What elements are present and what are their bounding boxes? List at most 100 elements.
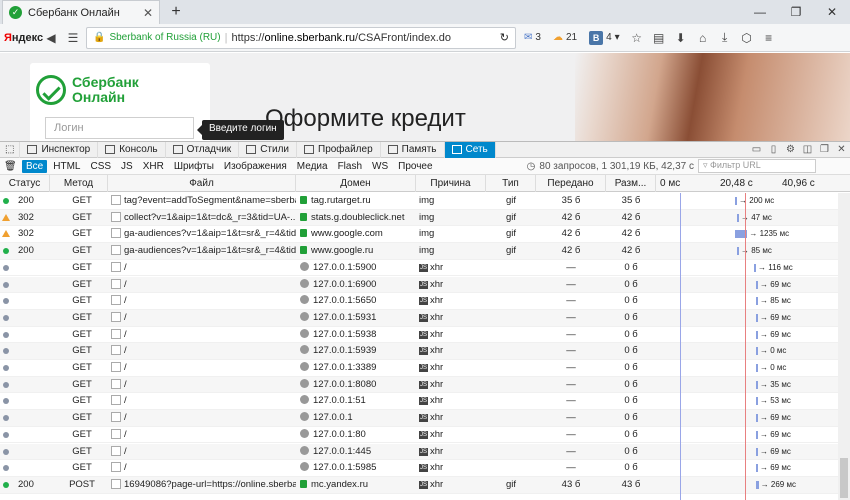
sberbank-logo[interactable]: Сбербанк Онлайн: [36, 75, 139, 105]
devtools-toolbar: ⬚ Инспектор Консоль Отладчик Стили Профайлер…: [0, 141, 850, 158]
cell-type: [506, 427, 534, 443]
column-size[interactable]: Разм...: [606, 175, 656, 192]
filter-button[interactable]: Изображения: [220, 160, 291, 173]
request-row[interactable]: GET /127.0.0.1:80 JS xhr — 0 б → 69 мс: [0, 426, 838, 444]
url-text[interactable]: https://online.sberbank.ru/CSAFront/inde…: [231, 32, 495, 44]
settings-gear-icon[interactable]: ⚙: [782, 144, 799, 155]
bookmark-star-icon[interactable]: ☆: [628, 29, 646, 47]
cell-size: 0 б: [624, 362, 638, 373]
tab-label: Стили: [260, 144, 289, 155]
request-row[interactable]: GET /127.0.0.1 JS xhr — 0 б → 69 мс: [0, 410, 838, 427]
filter-button[interactable]: HTML: [49, 160, 84, 173]
request-row[interactable]: GET /127.0.0.1:8080 JS xhr — 0 б → 35 мс: [0, 376, 838, 394]
filter-button[interactable]: Flash: [334, 160, 366, 173]
cell-method: GET: [72, 412, 92, 424]
browser-menu-icon[interactable]: ≡: [760, 29, 778, 47]
tab-network[interactable]: Сеть: [444, 141, 496, 158]
column-type[interactable]: Тип: [486, 175, 536, 192]
back-icon[interactable]: ◀: [42, 29, 60, 47]
vk-widget[interactable]: В 4 ▾: [585, 30, 624, 45]
filter-button[interactable]: CSS: [86, 160, 115, 173]
column-transferred[interactable]: Передано: [536, 175, 606, 192]
filter-button[interactable]: Все: [22, 159, 48, 173]
scrollbar-thumb[interactable]: [840, 458, 848, 498]
tab-memory[interactable]: Память: [381, 141, 445, 158]
network-table-header: Статус Метод Файл Домен Причина Тип Пере…: [0, 175, 850, 192]
download-icon[interactable]: ⤓: [716, 29, 734, 47]
tab-profiler[interactable]: Профайлер: [297, 141, 381, 158]
reader-icon[interactable]: ▤: [650, 29, 668, 47]
filter-button[interactable]: Медиа: [293, 160, 332, 173]
request-row[interactable]: GET /127.0.0.1:51 JS xhr — 0 б → 53 мс: [0, 393, 838, 411]
status-ok-icon: [3, 481, 9, 488]
restore-icon[interactable]: ❐: [778, 0, 814, 24]
cell-domain: stats.g.doubleclick.net: [300, 210, 416, 226]
column-domain[interactable]: Домен: [296, 175, 416, 192]
column-status[interactable]: Статус: [0, 175, 50, 192]
filter-url-input[interactable]: ▿ Фильтр URL: [698, 159, 816, 173]
tab-debugger[interactable]: Отладчик: [166, 141, 240, 158]
pick-element-icon[interactable]: ⬚: [0, 141, 21, 158]
responsive-icon[interactable]: ▯: [765, 144, 782, 155]
cell-transferred: 42 б: [561, 245, 581, 257]
tab-console[interactable]: Консоль: [98, 141, 166, 158]
trash-icon[interactable]: 🗑: [4, 161, 20, 172]
request-row[interactable]: GET /127.0.0.1:3389 JS xhr — 0 б → 0 мс: [0, 360, 838, 377]
column-cause[interactable]: Причина: [416, 175, 486, 192]
filter-button[interactable]: WS: [368, 160, 392, 173]
request-row[interactable]: 200 GET ga-audiences?v=1&aip=1&t=sr&_r=4&t…: [0, 243, 838, 260]
minimize-icon[interactable]: —: [742, 0, 778, 24]
file-thumbnail-icon: [111, 328, 121, 339]
cell-status: [18, 410, 48, 426]
filter-button[interactable]: Прочее: [394, 160, 436, 173]
tab-inspector[interactable]: Инспектор: [20, 141, 99, 158]
site-identity[interactable]: Sberbank of Russia (RU): [109, 32, 220, 43]
request-row[interactable]: GET /127.0.0.1:5900 JS xhr — 0 б → 116 мс: [0, 259, 838, 277]
address-bar[interactable]: 🔒 Sberbank of Russia (RU) | https://onli…: [86, 26, 516, 49]
file-thumbnail-icon: [111, 245, 121, 256]
reload-icon[interactable]: ↻: [500, 31, 509, 44]
close-devtools-icon[interactable]: ✕: [833, 144, 850, 155]
request-row[interactable]: 200 POST 16949086?page-url=https://online.…: [0, 476, 838, 494]
cell-method: GET: [72, 311, 92, 323]
column-method[interactable]: Метод: [50, 175, 108, 192]
cell-status: 200: [18, 478, 34, 490]
request-row[interactable]: GET /127.0.0.1:5938 JS xhr — 0 б → 69 мс: [0, 326, 838, 344]
new-tab-button[interactable]: +: [166, 2, 186, 22]
scrollbar[interactable]: [838, 193, 850, 500]
menu-icon[interactable]: ☰: [64, 29, 82, 47]
request-row[interactable]: GET /127.0.0.1:5931 JS xhr — 0 б → 69 мс: [0, 309, 838, 327]
request-row[interactable]: 302 GET collect?v=1&aip=1&t=dc&_r=3&tid=UA…: [0, 209, 838, 227]
tab-style-editor[interactable]: Стили: [239, 141, 297, 158]
request-row[interactable]: 302 GET ga-audiences?v=1&aip=1&t=sr&_r=4&t…: [0, 226, 838, 244]
request-row[interactable]: GET /127.0.0.1:6900 JS xhr — 0 б → 69 мс: [0, 276, 838, 294]
request-row[interactable]: GET /127.0.0.1:445 JS xhr — 0 б → 69 мс: [0, 443, 838, 461]
split-console-icon[interactable]: ▭: [748, 144, 765, 155]
extension-icon[interactable]: ⬡: [738, 29, 756, 47]
weather-widget[interactable]: ☁ 21: [549, 32, 581, 43]
filter-button[interactable]: XHR: [139, 160, 168, 173]
close-window-icon[interactable]: ✕: [814, 0, 850, 24]
request-row[interactable]: GET /127.0.0.1:5650 JS xhr — 0 б → 85 мс: [0, 293, 838, 310]
request-row[interactable]: 200 GET tag?event=addToSegment&name=sberba…: [0, 193, 838, 210]
request-row[interactable]: GET /127.0.0.1:5939 JS xhr — 0 б → 0 мс: [0, 343, 838, 360]
request-row[interactable]: GET /127.0.0.1:5985 JS xhr — 0 б → 69 мс: [0, 460, 838, 477]
home-icon[interactable]: ⌂: [694, 29, 712, 47]
lock-icon[interactable]: 🔒: [93, 32, 105, 43]
mail-widget[interactable]: ✉ 3: [520, 32, 545, 43]
timing-label: → 1235 мс: [749, 229, 790, 239]
yandex-logo[interactable]: Яндекс: [4, 32, 43, 44]
close-tab-icon[interactable]: ✕: [143, 6, 153, 20]
separate-window-icon[interactable]: ❐: [816, 144, 833, 155]
filter-button[interactable]: JS: [117, 160, 137, 173]
promo-photo: [575, 53, 850, 141]
dock-icon[interactable]: ◫: [799, 144, 816, 155]
login-field[interactable]: Логин: [45, 117, 194, 139]
pocket-icon[interactable]: ⬇: [672, 29, 690, 47]
filter-button[interactable]: Шрифты: [170, 160, 218, 173]
chevron-down-icon[interactable]: ▾: [615, 32, 620, 43]
cell-file: /: [111, 327, 296, 343]
column-file[interactable]: Файл: [108, 175, 296, 192]
browser-tab[interactable]: ✓ Сбербанк Онлайн ✕: [2, 0, 160, 24]
timing-bar: [756, 397, 758, 406]
